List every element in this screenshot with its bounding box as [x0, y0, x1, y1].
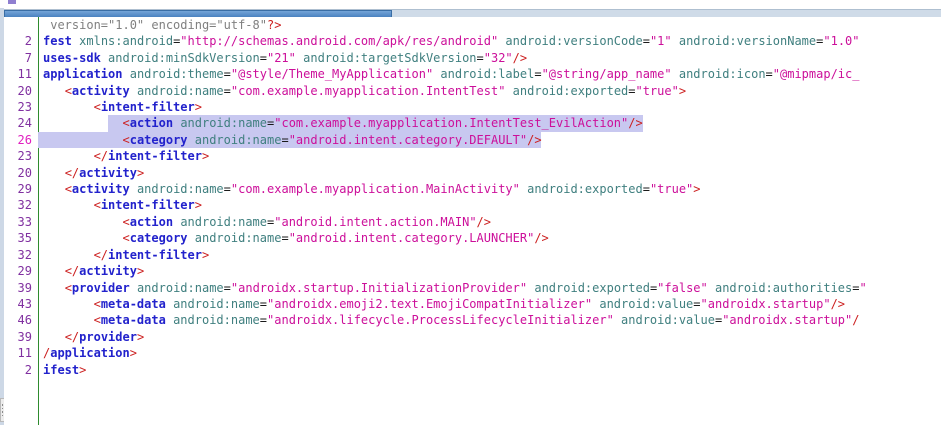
code-cell[interactable]: </activity> — [38, 263, 941, 279]
code-cell[interactable]: fest xmlns:android="http://schemas.andro… — [38, 33, 941, 49]
code-line[interactable]: 11 application android:theme="@style/Them… — [4, 66, 941, 82]
line-number: 11 — [4, 66, 38, 82]
code-text: <action android:name="com.example.myappl… — [43, 116, 643, 130]
xml-editor[interactable]: version="1.0" encoding="utf-8"?> 2 fest xm… — [4, 17, 941, 425]
code-line[interactable]: 7 uses-sdk android:minSdkVersion="21" and… — [4, 50, 941, 66]
code-cell[interactable]: application android:theme="@style/Theme_… — [38, 66, 941, 82]
code-text: <meta-data android:name="androidx.emoji2… — [43, 297, 845, 311]
code-line[interactable]: 20 </activity> — [4, 165, 941, 181]
code-cell[interactable]: uses-sdk android:minSdkVersion="21" andr… — [38, 50, 941, 66]
code-cell[interactable]: <activity android:name="com.example.myap… — [38, 181, 941, 197]
line-number: 39 — [4, 280, 38, 296]
line-number: 46 — [4, 312, 38, 328]
line-number: 2 — [4, 362, 38, 378]
code-line[interactable]: 2 fest xmlns:android="http://schemas.andr… — [4, 33, 941, 49]
code-line[interactable]: 20 <activity android:name="com.example.m… — [4, 83, 941, 99]
code-cell[interactable]: version="1.0" encoding="utf-8"?> — [38, 17, 941, 33]
code-line[interactable]: 32 </intent-filter> — [4, 247, 941, 263]
code-line[interactable]: 43 <meta-data android:name="androidx.emo… — [4, 296, 941, 312]
line-number: 43 — [4, 296, 38, 312]
line-number: 20 — [4, 165, 38, 181]
code-text: <activity android:name="com.example.myap… — [43, 182, 701, 196]
code-line[interactable]: 24 <action android:name="com.example.mya… — [4, 115, 941, 131]
line-number: 23 — [4, 99, 38, 115]
code-cell[interactable]: </intent-filter> — [38, 148, 941, 164]
code-cell[interactable]: <meta-data android:name="androidx.lifecy… — [38, 312, 941, 328]
code-cell[interactable]: <action android:name="com.example.myappl… — [38, 115, 941, 131]
code-line[interactable]: 11/application> — [4, 345, 941, 361]
clipped-toolbar-icon — [8, 0, 16, 4]
code-text: fest xmlns:android="http://schemas.andro… — [43, 34, 860, 48]
code-text: <provider android:name="androidx.startup… — [43, 281, 867, 295]
code-line[interactable]: 46 <meta-data android:name="androidx.lif… — [4, 312, 941, 328]
code-cell[interactable]: <provider android:name="androidx.startup… — [38, 280, 941, 296]
code-cell[interactable]: ifest> — [38, 362, 941, 378]
code-cell[interactable]: <intent-filter> — [38, 197, 941, 213]
line-number: 35 — [4, 230, 38, 246]
code-line[interactable]: 26 <category android:name="android.inten… — [4, 132, 941, 148]
line-number: 32 — [4, 247, 38, 263]
code-text: </intent-filter> — [43, 248, 209, 262]
line-number: 39 — [4, 329, 38, 345]
code-text: </intent-filter> — [43, 149, 209, 163]
code-line[interactable]: 39 <provider android:name="androidx.star… — [4, 280, 941, 296]
code-area[interactable]: version="1.0" encoding="utf-8"?> 2 fest xm… — [4, 17, 941, 378]
code-line[interactable]: 32 <intent-filter> — [4, 197, 941, 213]
line-number: 11 — [4, 345, 38, 361]
line-number: 24 — [4, 115, 38, 131]
code-text: <intent-filter> — [43, 100, 202, 114]
code-cell[interactable]: <activity android:name="com.example.myap… — [38, 83, 941, 99]
code-cell[interactable]: </activity> — [38, 165, 941, 181]
line-number: 23 — [4, 148, 38, 164]
code-text: <activity android:name="com.example.myap… — [43, 84, 686, 98]
line-number: 20 — [4, 83, 38, 99]
line-number: 33 — [4, 214, 38, 230]
code-text: ifest> — [43, 363, 86, 377]
code-cell[interactable]: <category android:name="android.intent.c… — [38, 132, 941, 148]
code-line[interactable]: 29 <activity android:name="com.example.m… — [4, 181, 941, 197]
code-text: /application> — [43, 346, 137, 360]
code-line[interactable]: 35 <category android:name="android.inten… — [4, 230, 941, 246]
line-number — [4, 17, 38, 33]
code-text: uses-sdk android:minSdkVersion="21" andr… — [43, 51, 527, 65]
code-line[interactable]: 33 <action android:name="android.intent.… — [4, 214, 941, 230]
xml-code-viewer: version="1.0" encoding="utf-8"?> 2 fest xm… — [0, 0, 941, 425]
code-cell[interactable]: <intent-filter> — [38, 99, 941, 115]
line-number: 7 — [4, 50, 38, 66]
line-number: 2 — [4, 33, 38, 49]
code-cell[interactable]: <category android:name="android.intent.c… — [38, 230, 941, 246]
code-text: version="1.0" encoding="utf-8"?> — [43, 18, 281, 32]
code-cell[interactable]: /application> — [38, 345, 941, 361]
code-text: <intent-filter> — [43, 198, 202, 212]
code-line[interactable]: version="1.0" encoding="utf-8"?> — [4, 17, 941, 33]
code-text: <category android:name="android.intent.c… — [43, 133, 542, 147]
code-text: <action android:name="android.intent.act… — [43, 215, 491, 229]
code-text: </activity> — [43, 166, 144, 180]
code-cell[interactable]: </provider> — [38, 329, 941, 345]
code-cell[interactable]: <meta-data android:name="androidx.emoji2… — [38, 296, 941, 312]
code-text: <category android:name="android.intent.c… — [43, 231, 549, 245]
code-line[interactable]: 29 </activity> — [4, 263, 941, 279]
code-line[interactable]: 39 </provider> — [4, 329, 941, 345]
code-line[interactable]: 2 ifest> — [4, 362, 941, 378]
line-number: 29 — [4, 263, 38, 279]
code-text: application android:theme="@style/Theme_… — [43, 67, 859, 81]
code-text: <meta-data android:name="androidx.lifecy… — [43, 313, 859, 327]
line-number: 26 — [4, 132, 38, 148]
code-text: </activity> — [43, 264, 144, 278]
line-number: 29 — [4, 181, 38, 197]
code-text: </provider> — [43, 330, 144, 344]
code-line[interactable]: 23 <intent-filter> — [4, 99, 941, 115]
code-cell[interactable]: </intent-filter> — [38, 247, 941, 263]
code-cell[interactable]: <action android:name="android.intent.act… — [38, 214, 941, 230]
code-line[interactable]: 23 </intent-filter> — [4, 148, 941, 164]
line-number: 32 — [4, 197, 38, 213]
horizontal-scrollbar-track[interactable] — [4, 9, 941, 17]
